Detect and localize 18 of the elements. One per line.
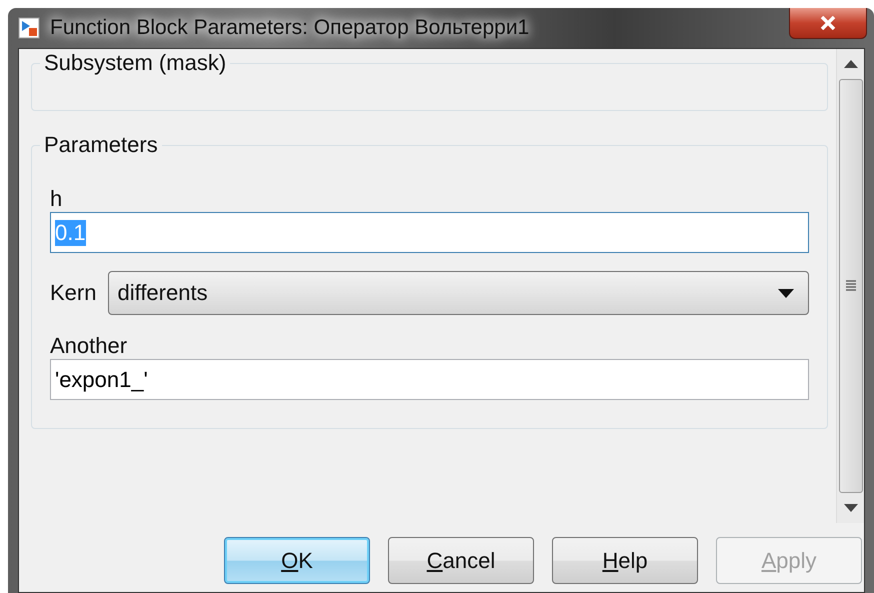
up-arrow-icon[interactable] [844,60,858,68]
dialog-button[interactable]: Help [552,537,698,584]
text-field[interactable]: 'expon1_' [50,359,809,400]
grip-icon [846,280,856,292]
scrollbar[interactable] [836,49,864,523]
dialog-button[interactable]: Cancel [388,537,534,584]
field-label: Kern [50,280,96,306]
field-label: Another [50,333,128,359]
close-button[interactable] [789,8,867,39]
field-label: h [50,186,64,212]
window-title: Function Block Parameters: Оператор Вольтерри1 [50,16,530,40]
dropdown[interactable]: differents [108,271,809,315]
close-icon [820,16,836,30]
caret-icon [778,288,794,298]
block-icon [18,17,40,39]
down-arrow-icon[interactable] [844,504,858,512]
scroll-thumb[interactable] [838,79,862,493]
dialog-button[interactable]: OK [224,537,370,584]
